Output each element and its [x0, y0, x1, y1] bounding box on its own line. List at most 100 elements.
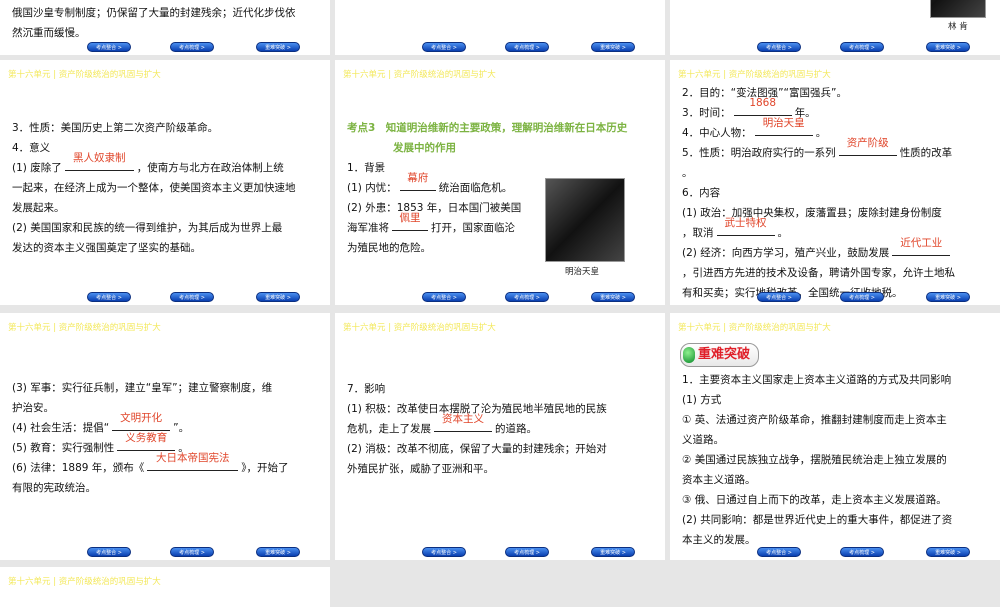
text-segment: (5) 教育：实行强制性: [12, 442, 115, 454]
slide-thumbnail[interactable]: 第十六单元 | 资产阶级统治的巩固与扩大 考点3 知道明治维新的主要政策，理解明治…: [335, 60, 665, 305]
slide-body: 俄国沙皇专制制度；仍保留了大量的封建残余；近代化步伐依 然沉重而缓慢。: [0, 3, 330, 43]
answer-text: 资产阶级: [846, 137, 889, 149]
slide-thumbnail[interactable]: 考点整合 > 考点梳理 > 重难突破 >: [335, 0, 665, 55]
nav-button-key-points-summary[interactable]: 考点整合 >: [757, 292, 801, 302]
slide-body: (3) 军事：实行征兵制，建立“皇军”；建立警察制度，维 护治安。 (4) 社会生活…: [0, 378, 330, 498]
text-line: 5．性质：明治政府实行的一系列 资产阶级 性质的改革: [670, 137, 1000, 163]
nav-button-difficulties[interactable]: 重难突破 >: [926, 547, 970, 557]
slide-nav: 考点整合 > 考点梳理 > 重难突破 >: [670, 547, 1000, 557]
slide-body: 重难突破 1．主要资本主义国家走上资本主义道路的方式及共同影响 (1) 方式 ① 英、…: [670, 343, 1000, 550]
slide-thumbnail[interactable]: 林 肯考点整合 > 考点梳理 > 重难突破 >: [670, 0, 1000, 55]
slide-thumbnail[interactable]: 第十六单元 | 资产阶级统治的巩固与扩大 7．影响 (1) 积极：改革使日本摆脱了沦…: [335, 313, 665, 560]
fill-in-blank: 幕府: [399, 172, 436, 191]
nav-button-key-points-review[interactable]: 考点梳理 >: [840, 42, 884, 52]
text-segment: 》，开始了: [241, 462, 289, 474]
answer-text: 武士特权: [724, 217, 767, 229]
unit-header: 第十六单元 | 资产阶级统治的巩固与扩大: [8, 577, 161, 587]
slide-nav: 考点整合 > 考点梳理 > 重难突破 >: [670, 42, 1000, 52]
nav-button-difficulties[interactable]: 重难突破 >: [591, 292, 635, 302]
nav-button-key-points-summary[interactable]: 考点整合 >: [757, 42, 801, 52]
nav-button-difficulties[interactable]: 重难突破 >: [256, 42, 300, 52]
nav-button-key-points-summary[interactable]: 考点整合 >: [422, 292, 466, 302]
fill-in-blank: 佩里: [392, 212, 428, 231]
nav-button-key-points-summary[interactable]: 考点整合 >: [87, 292, 131, 302]
nav-button-difficulties[interactable]: 重难突破 >: [256, 547, 300, 557]
text-segment: 3．性质：美国历史上第二次资产阶级革命。: [12, 122, 219, 134]
fill-in-blank: 黑人奴隶制: [64, 152, 134, 171]
slide-nav: 考点整合 > 考点梳理 > 重难突破 >: [0, 292, 330, 302]
text-segment: 1．背景: [347, 162, 386, 174]
text-segment: (2) 外患：1853 年，日本国门被美国: [347, 202, 522, 214]
slide-thumbnail[interactable]: 第十六单元 | 资产阶级统治的巩固与扩大 (3) 军事：实行征兵制，建立“皇军”；…: [0, 313, 330, 560]
text-segment: 6．内容: [682, 187, 721, 199]
nav-button-difficulties[interactable]: 重难突破 >: [926, 42, 970, 52]
topic-heading: 发展中的作用: [393, 142, 456, 154]
slide-nav: 考点整合 > 考点梳理 > 重难突破 >: [335, 42, 665, 52]
slide-body: 7．影响 (1) 积极：改革使日本摆脱了沦为殖民地半殖民地的民族 危机，走上了发展资…: [335, 379, 665, 479]
text-segment: 4．意义: [12, 142, 51, 154]
text-line: ，引进西方先进的技术及设备，聘请外国专家，允许土地私: [670, 263, 1000, 283]
text-segment: 为殖民地的危险。: [347, 242, 431, 254]
nav-button-key-points-summary[interactable]: 考点整合 >: [422, 42, 466, 52]
nav-button-difficulties[interactable]: 重难突破 >: [256, 292, 300, 302]
text-segment: 性质的改革: [899, 147, 953, 159]
text-line: 4．意义: [0, 138, 330, 158]
text-segment: 海军准将: [347, 222, 389, 234]
text-segment: ，使南方与北方在政治体制上统: [136, 162, 284, 174]
nav-button-key-points-summary[interactable]: 考点整合 >: [87, 42, 131, 52]
text-line: 然沉重而缓慢。: [0, 23, 330, 43]
unit-header: 第十六单元 | 资产阶级统治的巩固与扩大: [678, 323, 831, 333]
text-line: (1) 废除了 黑人奴隶制 ，使南方与北方在政治体制上统: [0, 152, 330, 178]
text-segment: 一起来，在经济上成为一个整体，使美国资本主义更加快速地: [12, 182, 296, 194]
nav-button-key-points-summary[interactable]: 考点整合 >: [422, 547, 466, 557]
slide-thumbnail[interactable]: 第十六单元 | 资产阶级统治的巩固与扩大 3．性质：美国历史上第二次资产阶级革命。…: [0, 60, 330, 305]
nav-button-key-points-summary[interactable]: 考点整合 >: [87, 547, 131, 557]
slide-thumbnail[interactable]: 第十六单元 | 资产阶级统治的巩固与扩大 2．目的：“变法图强”“富国强兵”。 3．…: [670, 60, 1000, 305]
nav-button-key-points-review[interactable]: 考点梳理 >: [840, 547, 884, 557]
text-segment: 的道路。: [495, 423, 537, 435]
nav-button-key-points-review[interactable]: 考点梳理 >: [170, 42, 214, 52]
slide-thumbnail[interactable]: 俄国沙皇专制制度；仍保留了大量的封建残余；近代化步伐依 然沉重而缓慢。 考点整合 >…: [0, 0, 330, 55]
portrait-caption: 林 肯: [948, 22, 968, 32]
nav-button-key-points-summary[interactable]: 考点整合 >: [757, 547, 801, 557]
text-line: 6．内容: [670, 183, 1000, 203]
text-segment: (2) 经济：向西方学习，殖产兴业，鼓励发展: [682, 247, 890, 259]
nav-button-difficulties[interactable]: 重难突破 >: [591, 547, 635, 557]
text-segment: ，引进西方先进的技术及设备，聘请外国专家，允许土地私: [682, 267, 955, 279]
nav-button-key-points-review[interactable]: 考点梳理 >: [505, 42, 549, 52]
text-segment: 发达的资本主义强国奠定了坚实的基础。: [12, 242, 201, 254]
text-line: (2) 经济：向西方学习，殖产兴业，鼓励发展 近代工业: [670, 237, 1000, 263]
nav-button-key-points-review[interactable]: 考点梳理 >: [840, 292, 884, 302]
text-segment: 3．时间：: [682, 107, 731, 119]
text-segment: (1) 废除了: [12, 162, 62, 174]
slide-thumbnail[interactable]: 第十六单元 | 资产阶级统治的巩固与扩大: [0, 567, 330, 607]
text-segment: 。: [815, 127, 827, 139]
text-segment: (2) 消极：改革不彻底，保留了大量的封建残余；开始对: [347, 443, 607, 455]
text-line: ，取消 武士特权。: [670, 217, 1000, 243]
text-segment: 然沉重而缓慢。: [12, 27, 86, 39]
nav-button-key-points-review[interactable]: 考点梳理 >: [505, 547, 549, 557]
unit-header: 第十六单元 | 资产阶级统治的巩固与扩大: [678, 70, 831, 80]
text-line: (6) 法律：1889 年，颁布《 大日本帝国宪法 》，开始了: [0, 452, 330, 478]
text-line: 外殖民扩张，威胁了亚洲和平。: [335, 459, 665, 479]
nav-button-difficulties[interactable]: 重难突破 >: [591, 42, 635, 52]
text-line: 。: [670, 163, 1000, 183]
slide-body: 3．性质：美国历史上第二次资产阶级革命。 4．意义 (1) 废除了 黑人奴隶制 ，使南方…: [0, 118, 330, 258]
slide-thumbnail[interactable]: 第十六单元 | 资产阶级统治的巩固与扩大重难突破 1．主要资本主义国家走上资本主义…: [670, 313, 1000, 560]
nav-button-difficulties[interactable]: 重难突破 >: [926, 292, 970, 302]
unit-header: 第十六单元 | 资产阶级统治的巩固与扩大: [343, 70, 496, 80]
text-line: (2) 共同影响：都是世界近代史上的重大事件，都促进了资: [670, 510, 1000, 530]
answer-text: 黑人奴隶制: [72, 152, 126, 164]
text-line: 义道路。: [670, 430, 1000, 450]
text-segment: 俄国沙皇专制制度；仍保留了大量的封建残余；近代化步伐依: [12, 7, 296, 19]
text-line: (1) 方式: [670, 390, 1000, 410]
text-segment: ，取消: [682, 227, 714, 239]
fill-in-blank: 资产阶级: [838, 137, 897, 156]
nav-button-key-points-review[interactable]: 考点梳理 >: [505, 292, 549, 302]
fill-in-blank: 资本主义: [434, 413, 492, 432]
text-segment: 4．中心人物：: [682, 127, 752, 139]
text-line: (2) 美国国家和民族的统一得到维护，为其后成为世界上最: [0, 218, 330, 238]
answer-text: 1868: [749, 97, 777, 109]
nav-button-key-points-review[interactable]: 考点梳理 >: [170, 292, 214, 302]
nav-button-key-points-review[interactable]: 考点梳理 >: [170, 547, 214, 557]
